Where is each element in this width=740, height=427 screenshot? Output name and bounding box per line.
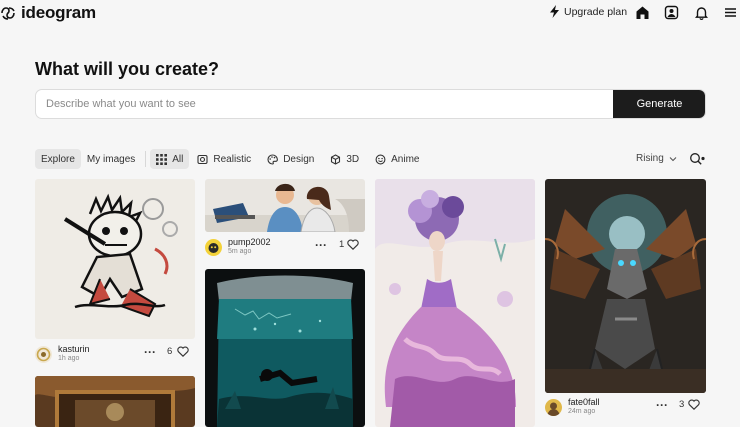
search-icon[interactable]: [689, 152, 705, 166]
category-anime[interactable]: Anime: [369, 149, 425, 169]
feed-meta-5: fate0fall 24m ago ··· 3: [545, 397, 706, 419]
app-name: ideogram: [21, 3, 96, 22]
upgrade-plan-label: Upgrade plan: [564, 5, 628, 18]
feed-image-4[interactable]: [375, 179, 535, 427]
lightning-icon: [550, 5, 559, 18]
more-options-icon[interactable]: ···: [144, 346, 156, 358]
sort-dropdown[interactable]: Rising: [636, 153, 677, 164]
feed-image-3[interactable]: [205, 269, 365, 427]
palette-icon: [267, 153, 279, 165]
timestamp: 1h ago: [58, 355, 80, 362]
people-at-laptop-image: [205, 179, 365, 232]
more-options-icon[interactable]: ···: [656, 399, 668, 411]
timestamp: 24m ago: [568, 408, 596, 415]
prompt-input[interactable]: [36, 90, 615, 118]
like-count: 3: [679, 399, 685, 410]
avatar[interactable]: [35, 346, 52, 363]
underwater-diver-bag-image: [205, 269, 365, 427]
category-all[interactable]: All: [150, 149, 190, 169]
tribal-flute-player-image: [35, 179, 195, 339]
feed-image-5[interactable]: [545, 179, 706, 393]
timestamp: 5m ago: [228, 248, 252, 255]
smile-icon: [375, 154, 386, 164]
tab-explore[interactable]: Explore: [35, 149, 81, 169]
like-count: 1: [339, 239, 345, 250]
category-anime-label: Anime: [391, 153, 420, 165]
ideogram-logo-icon: [1, 7, 15, 20]
filter-bar: Explore My images All Realistic Design 3…: [35, 149, 425, 169]
category-realistic-label: Realistic: [213, 153, 252, 165]
heart-icon[interactable]: [177, 346, 189, 357]
category-design[interactable]: Design: [261, 149, 320, 169]
cube-icon: [331, 153, 341, 165]
menu-icon[interactable]: [722, 4, 738, 20]
heart-icon[interactable]: [688, 399, 700, 410]
top-bar: ideogram Upgrade plan: [0, 0, 740, 26]
camera-icon: [197, 154, 208, 164]
filter-divider: [145, 151, 147, 167]
more-options-icon[interactable]: ···: [315, 239, 327, 251]
ornate-frame-painting-image: [35, 376, 195, 427]
mechanical-dragon-image: [545, 179, 706, 393]
feed-image-1[interactable]: [35, 179, 195, 339]
avatar[interactable]: [205, 239, 222, 256]
feed-image-6[interactable]: [35, 376, 195, 427]
prompt-bar: Generate: [35, 89, 706, 119]
username[interactable]: pump2002: [228, 237, 271, 247]
category-3d-label: 3D: [346, 153, 360, 165]
feed-meta-2: pump2002 5m ago ··· 1: [205, 237, 365, 259]
sort-label: Rising: [636, 153, 664, 164]
feed-image-2[interactable]: [205, 179, 365, 232]
bell-icon[interactable]: [693, 4, 709, 20]
category-design-label: Design: [283, 153, 315, 165]
home-icon[interactable]: [634, 4, 650, 20]
grid-icon: [156, 153, 168, 165]
heart-icon[interactable]: [347, 239, 359, 250]
username[interactable]: kasturin: [58, 344, 90, 354]
tab-my-images[interactable]: My images: [81, 149, 141, 169]
feed-meta-1: kasturin 1h ago ··· 6: [35, 344, 195, 366]
chevron-down-icon: [669, 156, 677, 161]
category-3d[interactable]: 3D: [324, 149, 365, 169]
flower-dress-woman-image: [375, 179, 535, 427]
category-realistic[interactable]: Realistic: [191, 149, 257, 169]
category-all-label: All: [172, 153, 184, 165]
generate-button[interactable]: Generate: [613, 90, 705, 118]
gallery-icon[interactable]: [663, 4, 679, 20]
logo[interactable]: ideogram: [0, 3, 96, 23]
tab-my-images-label: My images: [86, 153, 136, 165]
tab-explore-label: Explore: [41, 153, 75, 165]
like-count: 6: [167, 346, 173, 357]
upgrade-plan-button[interactable]: Upgrade plan: [549, 5, 627, 18]
username[interactable]: fate0fall: [568, 397, 600, 407]
avatar[interactable]: [545, 399, 562, 416]
page-title: What will you create?: [35, 59, 220, 79]
